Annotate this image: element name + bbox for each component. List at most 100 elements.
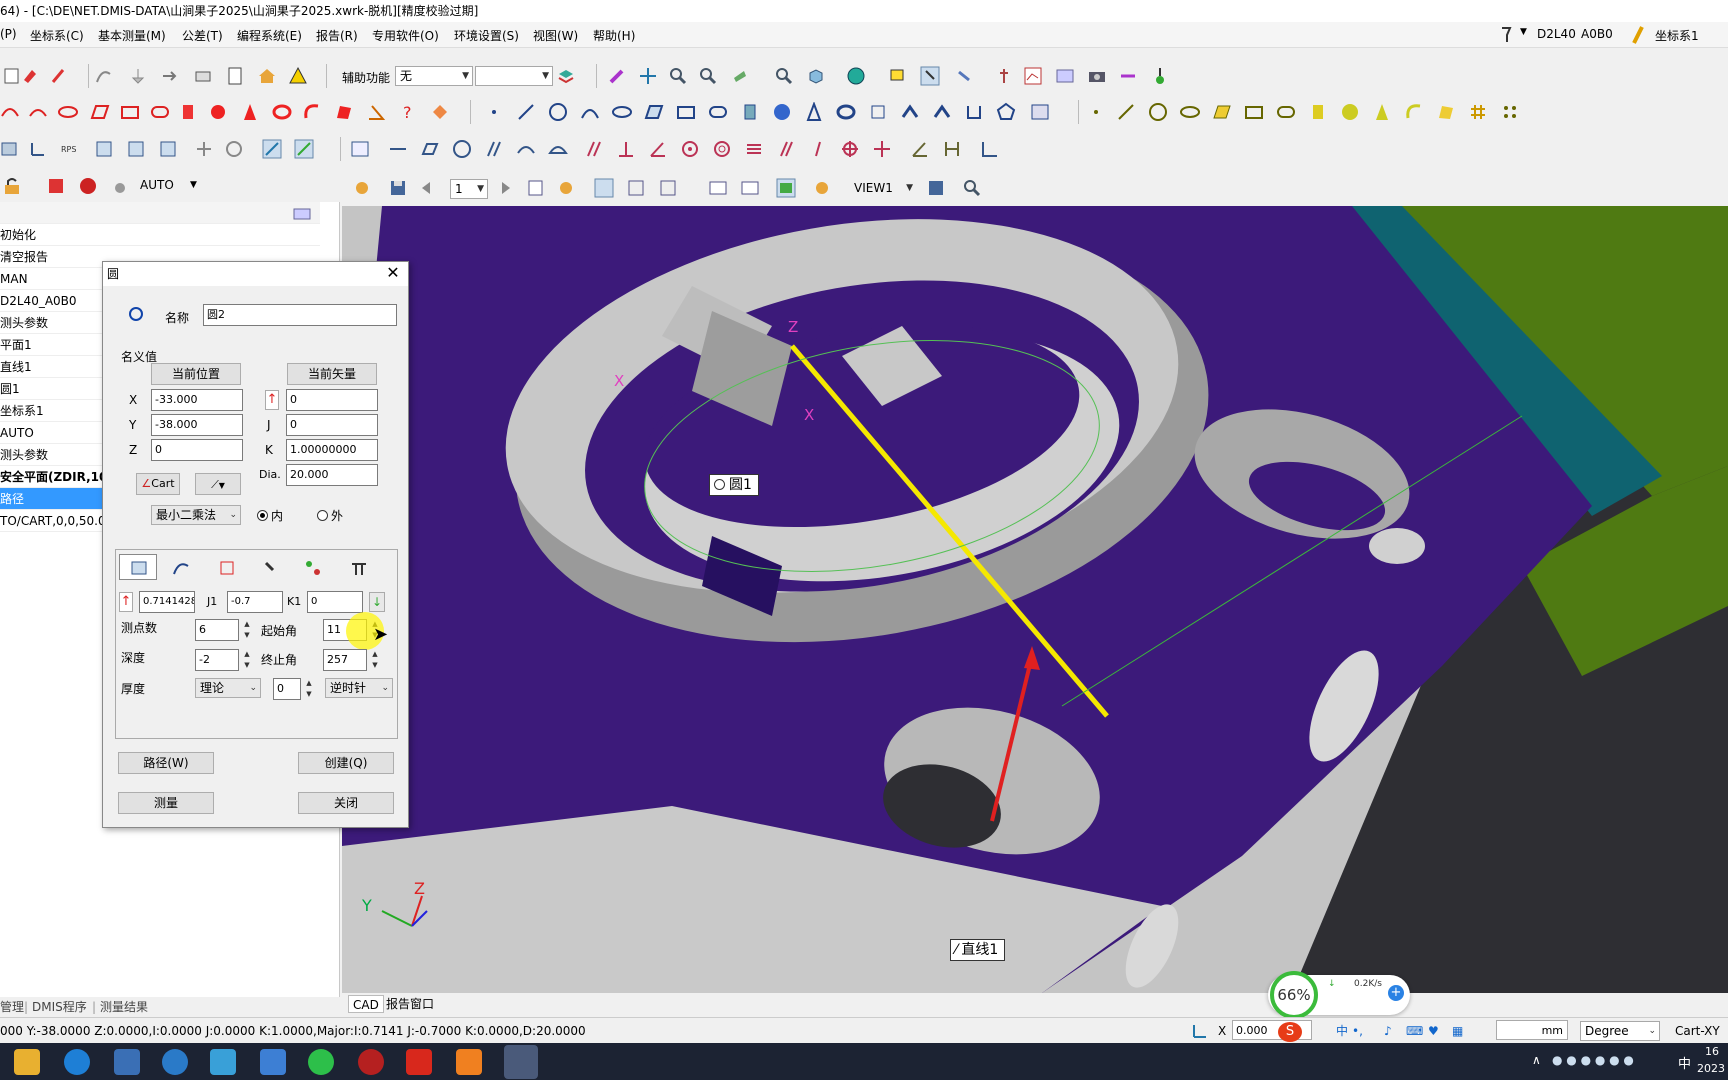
plane-icon[interactable] [644, 102, 664, 122]
transform-icon[interactable] [1118, 66, 1138, 86]
point-icon[interactable] [484, 102, 504, 122]
table-icon[interactable] [292, 204, 312, 223]
probe-path-icon[interactable] [955, 66, 975, 86]
arc-icon[interactable] [28, 102, 48, 122]
plus-icon[interactable]: + [1388, 985, 1404, 1001]
dii2-icon[interactable] [740, 178, 760, 198]
thickness-stepper[interactable]: ▲ ▼ [303, 678, 315, 700]
fit-method-select[interactable]: 最小二乘法 ⌄ [151, 505, 241, 525]
tab-dmis-program[interactable]: DMIS程序 [32, 997, 87, 1017]
points-field[interactable]: 6 [195, 619, 239, 641]
sogou-ime-icon[interactable]: S [1278, 1022, 1302, 1042]
end-angle-stepper[interactable]: ▲ ▼ [369, 649, 381, 671]
slot-red-icon[interactable] [150, 102, 170, 122]
keyboard-icon[interactable]: ⌨ [1406, 1018, 1423, 1044]
torus-red-icon[interactable] [272, 102, 292, 122]
recall-coord-icon[interactable] [294, 139, 314, 159]
cart-button[interactable]: ∠Cart [136, 473, 180, 495]
sphere-icon[interactable] [846, 66, 866, 86]
measure-button[interactable]: 测量 [118, 792, 214, 814]
ellipse-red-icon[interactable] [58, 102, 78, 122]
distance-icon[interactable] [942, 139, 962, 159]
inner-radio[interactable] [257, 510, 268, 521]
mode-value[interactable]: AUTO [140, 178, 174, 192]
line-icon[interactable] [516, 102, 536, 122]
tolerance-icon[interactable] [350, 139, 370, 159]
angle-measure-icon[interactable] [910, 139, 930, 159]
paint-app-icon[interactable] [260, 1049, 286, 1075]
eraser-icon[interactable] [20, 66, 40, 86]
concentricity-icon[interactable] [680, 139, 700, 159]
new-icon[interactable] [2, 66, 22, 86]
name-field[interactable]: 圆2 [203, 304, 397, 326]
probe-change-icon[interactable] [128, 66, 148, 86]
mode-lock-icon[interactable] [2, 176, 22, 196]
path-tool-icon[interactable] [430, 102, 450, 122]
coord3-icon[interactable] [126, 139, 146, 159]
next-icon[interactable] [496, 178, 516, 198]
x-field[interactable]: -33.000 [151, 389, 243, 411]
tray-ime[interactable]: 中 [1678, 1053, 1691, 1072]
probe-orient-button[interactable]: ⟋▼ [195, 473, 241, 495]
perpendicularity-icon[interactable] [616, 139, 636, 159]
tab-path-params[interactable] [119, 554, 157, 580]
cone-icon[interactable] [804, 102, 824, 122]
tab-cad[interactable]: CAD [348, 995, 384, 1013]
graph-icon[interactable] [1023, 66, 1043, 86]
construct3-icon[interactable] [932, 102, 952, 122]
units-field[interactable]: mm [1496, 1020, 1568, 1040]
curve-y-icon[interactable] [1404, 102, 1424, 122]
label-circle1[interactable]: 圆1 [709, 474, 759, 496]
coord2-icon[interactable] [94, 139, 114, 159]
i-field[interactable]: 0 [286, 389, 378, 411]
ellipse-icon[interactable] [612, 102, 632, 122]
app-window-icon[interactable] [114, 1049, 140, 1075]
cube-icon[interactable] [806, 66, 826, 86]
end-angle-field[interactable]: 257 [323, 649, 367, 671]
path-icon[interactable] [94, 66, 114, 86]
tab-report-window[interactable]: 报告窗口 [382, 995, 438, 1013]
dia-field[interactable]: 20.000 [286, 464, 378, 486]
view-select-icon[interactable] [594, 178, 614, 198]
rotate-coord-icon[interactable] [224, 139, 244, 159]
report-format-icon[interactable] [980, 139, 1000, 159]
brush-icon[interactable] [608, 66, 628, 86]
depth-stepper[interactable]: ▲ ▼ [241, 649, 253, 671]
bracket-icon[interactable] [964, 102, 984, 122]
mode-probe-icon[interactable] [110, 176, 130, 196]
menu-item-coord[interactable]: 坐标系(C) [30, 27, 84, 44]
sphere-y-icon[interactable] [1340, 102, 1360, 122]
align-icon[interactable] [0, 139, 20, 159]
tab-depth-icon[interactable] [349, 558, 369, 578]
j1-field[interactable]: -0.7 [227, 591, 283, 613]
save-icon[interactable] [388, 178, 408, 198]
view-save-icon[interactable] [926, 178, 946, 198]
move-icon[interactable] [638, 66, 658, 86]
surface-icon[interactable] [1030, 102, 1050, 122]
probe-calib-icon[interactable] [1150, 66, 1170, 86]
warning-icon[interactable] [288, 66, 308, 86]
tab-results[interactable]: 测量结果 [100, 997, 148, 1017]
rect-red-icon[interactable] [120, 102, 140, 122]
coaxiality-icon[interactable] [712, 139, 732, 159]
media-app-icon[interactable] [358, 1049, 384, 1075]
point-y-icon[interactable] [1086, 102, 1106, 122]
roundness-icon[interactable] [452, 139, 472, 159]
vector-arrow-icon[interactable]: ↑ [265, 390, 279, 410]
direction-select[interactable]: 逆时针 ⌄ [325, 678, 393, 698]
rotate-icon[interactable] [730, 66, 750, 86]
home-icon[interactable] [257, 66, 277, 86]
coord-icon[interactable] [28, 139, 48, 159]
cylinder-icon[interactable] [740, 102, 760, 122]
layers-icon[interactable] [556, 66, 576, 86]
points-stepper[interactable]: ▲ ▼ [241, 619, 253, 641]
tab-clearance-icon[interactable] [217, 558, 237, 578]
i1-field[interactable]: 0.7141428 [139, 591, 195, 613]
report-icon[interactable] [225, 66, 245, 86]
k-field[interactable]: 1.00000000 [286, 439, 378, 461]
dots-icon[interactable] [1500, 102, 1520, 122]
pencil-icon[interactable] [1628, 25, 1648, 45]
cylinder-red-icon[interactable] [178, 102, 198, 122]
ppt-app-icon[interactable] [456, 1049, 482, 1075]
assist-dropdown[interactable]: 无 ▼ [395, 66, 473, 86]
